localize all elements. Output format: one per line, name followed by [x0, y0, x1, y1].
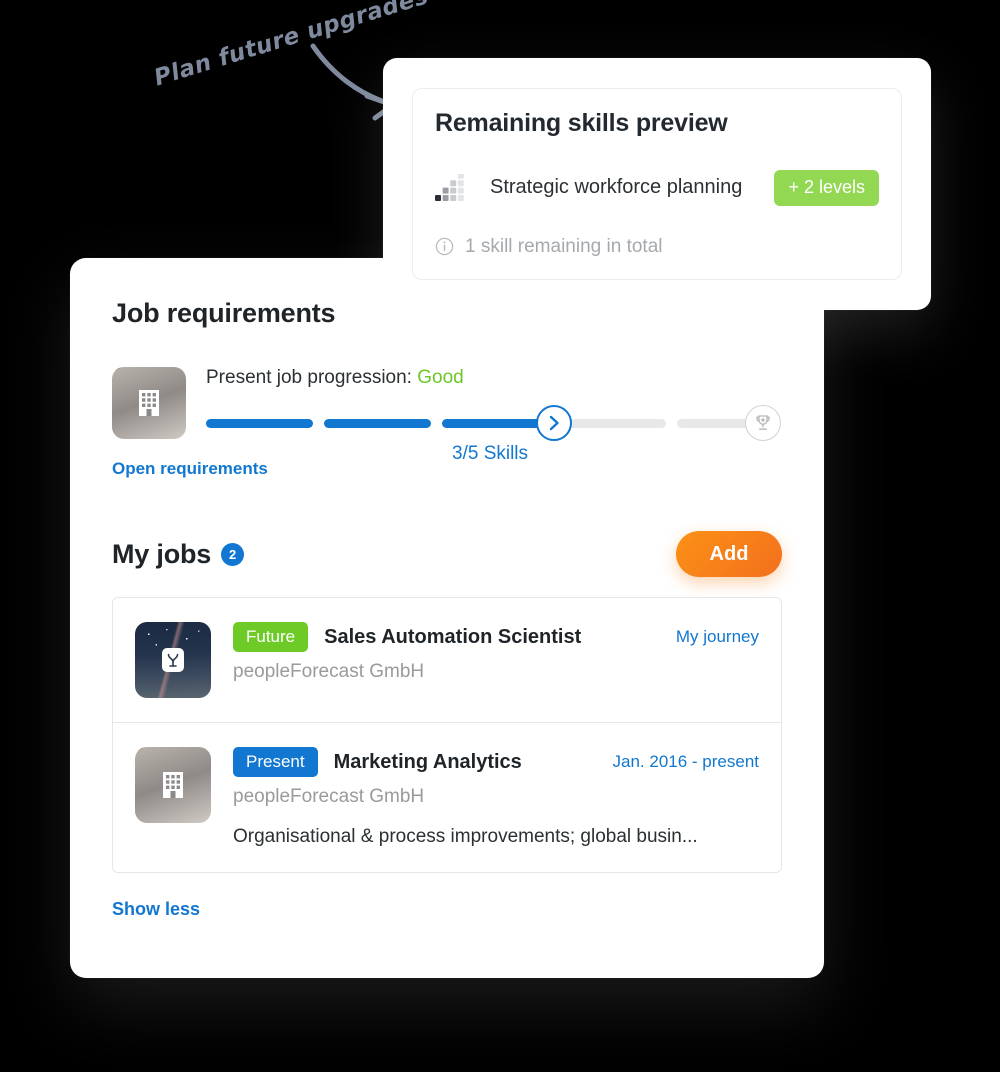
progression-label-prefix: Present job progression: [206, 367, 418, 388]
show-less-link[interactable]: Show less [112, 899, 200, 920]
preview-title: Remaining skills preview [435, 109, 728, 137]
remaining-info-row: 1 skill remaining in total [435, 236, 879, 258]
progression-label: Present job progression: Good [206, 367, 782, 389]
job-company: peopleForecast GmbH [233, 661, 425, 683]
progression-status: Good [417, 367, 464, 388]
progress-segment-empty [566, 418, 666, 428]
progress-track[interactable]: 3/5 Skills [206, 403, 782, 464]
progress-segment-filled [324, 418, 431, 428]
job-status-badge: Present [233, 747, 318, 778]
goal-milestone[interactable] [745, 405, 781, 441]
skill-row: Strategic workforce planning + 2 levels [435, 170, 879, 206]
progress-segment-filled [442, 418, 542, 428]
job-date-range[interactable]: Jan. 2016 - present [613, 752, 759, 772]
skills-progress-count: 3/5 Skills [452, 443, 529, 464]
job-list-item[interactable]: Present Marketing Analytics Jan. 2016 - … [113, 722, 781, 872]
skill-levels-badge: + 2 levels [774, 170, 879, 206]
building-icon [163, 772, 183, 798]
job-thumbnail [135, 622, 211, 698]
company-logo-icon [162, 648, 184, 672]
job-thumbnail [135, 747, 211, 823]
progression-section: Present job progression: Good 3/5 Skills [112, 367, 782, 464]
screenshot-root: Plan future upgrades Job requirements Pr… [0, 0, 1000, 1072]
my-jobs-title: My jobs [112, 538, 212, 569]
open-requirements-link[interactable]: Open requirements [112, 459, 782, 479]
job-company: peopleForecast GmbH [233, 786, 425, 808]
preview-panel: Remaining skills preview Strategic workf… [412, 88, 902, 280]
job-journey-link[interactable]: My journey [676, 627, 759, 647]
add-job-button[interactable]: Add [676, 531, 782, 577]
my-jobs-count-badge: 2 [221, 542, 245, 566]
my-jobs-header: My jobs 2 Add [112, 531, 782, 577]
job-description: Organisational & process improvements; g… [233, 826, 698, 848]
remaining-skills-preview-card: Remaining skills preview Strategic workf… [383, 58, 931, 310]
building-icon [139, 390, 159, 416]
job-list-item[interactable]: Future Sales Automation Scientist My jou… [113, 598, 781, 722]
progress-segment-filled [206, 418, 313, 428]
info-circle-icon [435, 237, 454, 256]
job-requirements-card: Job requirements Present job progression… [70, 258, 824, 978]
jobs-list: Future Sales Automation Scientist My jou… [112, 597, 782, 874]
progress-current-step-button[interactable] [536, 405, 572, 441]
chevron-right-icon [549, 415, 559, 431]
trophy-icon [756, 415, 770, 430]
job-title: Sales Automation Scientist [324, 625, 582, 648]
job-title: Marketing Analytics [333, 750, 522, 773]
remaining-skills-text: 1 skill remaining in total [465, 235, 663, 257]
progress-segment-empty [677, 418, 749, 428]
job-status-badge: Future [233, 622, 309, 653]
present-job-thumbnail [112, 367, 186, 439]
skill-level-bars-icon [435, 173, 464, 201]
skill-name: Strategic workforce planning [490, 176, 743, 199]
